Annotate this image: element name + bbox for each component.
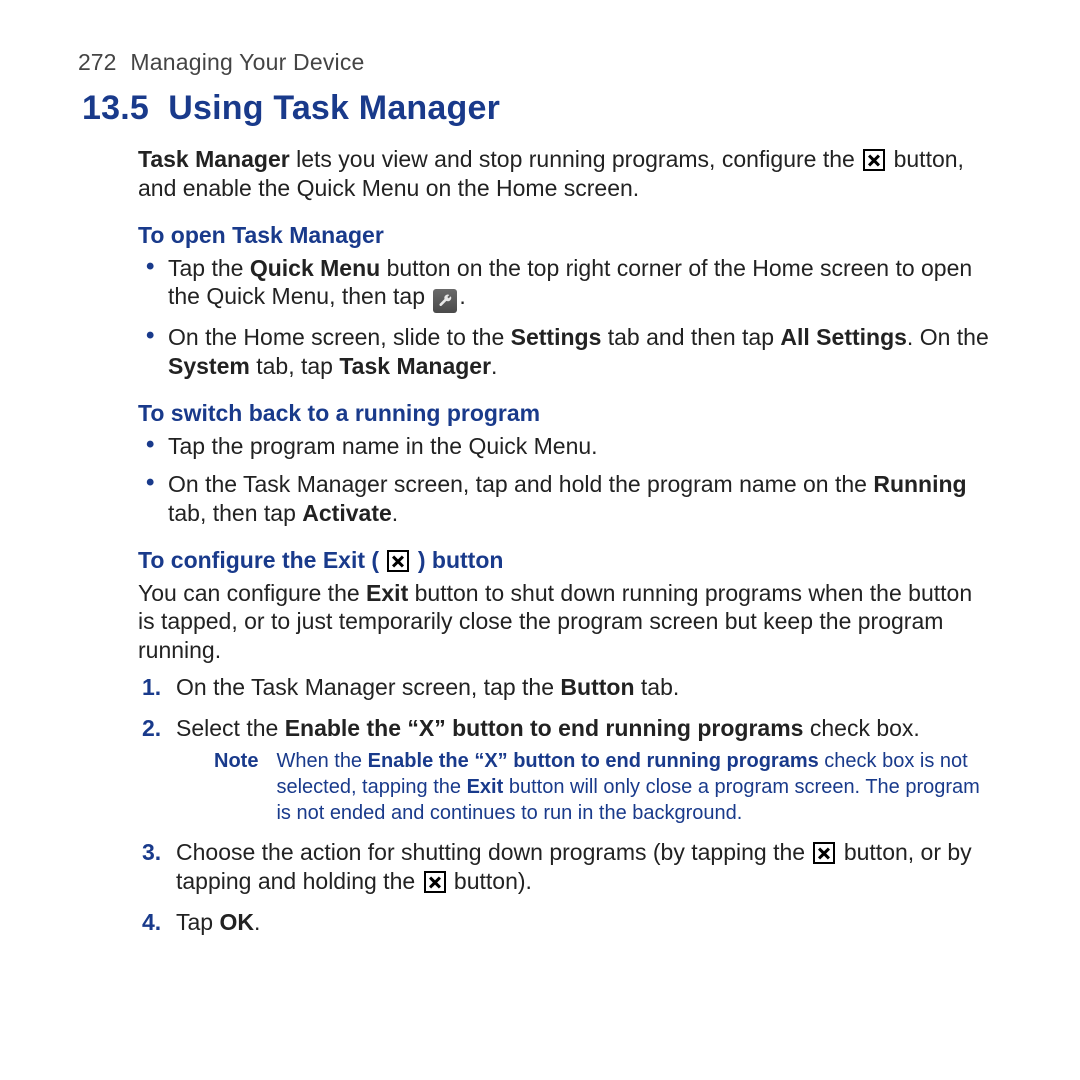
list-item: Choose the action for shutting down prog… [138, 838, 992, 896]
list-item: On the Home screen, slide to the Setting… [138, 323, 992, 381]
configure-intro: You can configure the Exit button to shu… [138, 579, 992, 665]
list-item: Select the Enable the “X” button to end … [138, 714, 992, 827]
subhead-configure: To configure the Exit ( ) button [138, 546, 992, 575]
intro-strong: Task Manager [138, 146, 290, 172]
list-item: On the Task Manager screen, tap the Butt… [138, 673, 992, 702]
subhead-switch: To switch back to a running program [138, 399, 992, 428]
close-x-icon [813, 842, 835, 864]
list-item: On the Task Manager screen, tap and hold… [138, 470, 992, 528]
close-x-icon [424, 871, 446, 893]
note-label: Note [214, 748, 258, 826]
content: Task Manager lets you view and stop runn… [138, 145, 992, 936]
configure-steps: On the Task Manager screen, tap the Butt… [138, 673, 992, 937]
close-x-icon [863, 149, 885, 171]
list-item: Tap the program name in the Quick Menu. [138, 432, 992, 461]
chapter-title: Managing Your Device [130, 48, 364, 77]
intro-paragraph: Task Manager lets you view and stop runn… [138, 145, 992, 203]
section-title: Using Task Manager [168, 89, 500, 127]
open-list: Tap the Quick Menu button on the top rig… [138, 254, 992, 381]
wrench-icon [433, 289, 457, 313]
switch-list: Tap the program name in the Quick Menu. … [138, 432, 992, 528]
section-number: 13.5 [82, 89, 149, 127]
page-header: 272 Managing Your Device [78, 48, 1002, 77]
page-number: 272 [78, 48, 116, 77]
note-block: Note When the Enable the “X” button to e… [214, 748, 992, 826]
note-body: When the Enable the “X” button to end ru… [276, 748, 992, 826]
list-item: Tap the Quick Menu button on the top rig… [138, 254, 992, 314]
section-heading: 13.5 Using Task Manager [82, 87, 1002, 130]
list-item: Tap OK. [138, 908, 992, 937]
subhead-open: To open Task Manager [138, 221, 992, 250]
close-x-icon [387, 550, 409, 572]
